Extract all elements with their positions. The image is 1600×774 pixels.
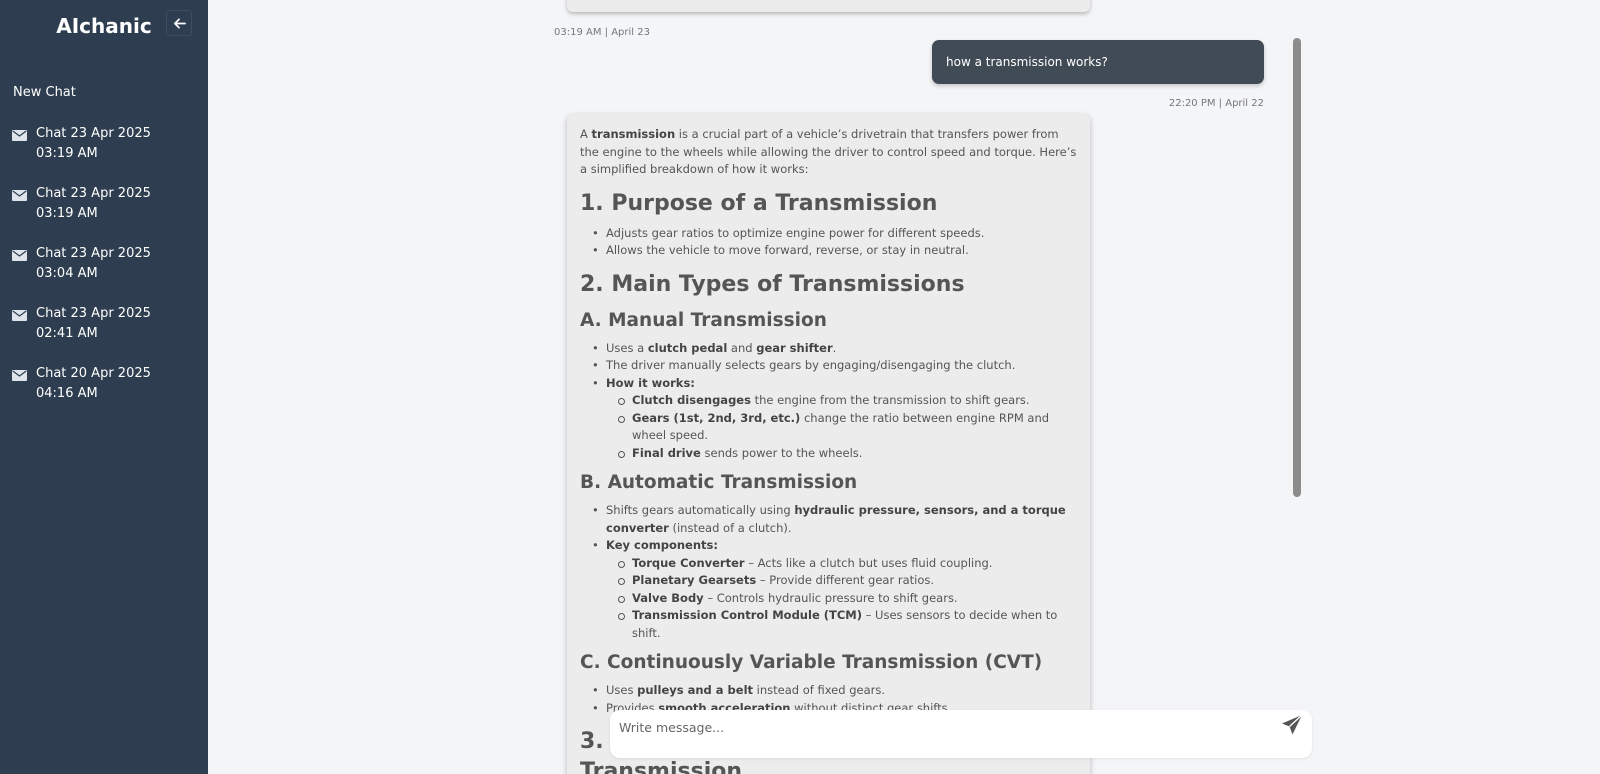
sidebar: AIchanic New Chat Chat 23 Apr 2025 03:19… [0,0,208,774]
text: Uses [606,683,638,697]
text: sends power to the wheels. [700,445,863,460]
chat-history-label: Chat 23 Apr 2025 02:41 AM [36,306,151,341]
bold-text: pulleys and a belt [637,683,754,697]
bold-text: Gears (1st, 2nd, 3rd, etc.) [632,410,801,425]
mail-icon [12,250,27,261]
sub-list-item: Transmission Control Module (TCM) – Uses… [618,607,1077,642]
message-input[interactable] [619,715,1239,739]
text: (instead of a clutch). [668,520,792,535]
message-timestamp: 22:20 PM | April 22 [1168,98,1264,109]
text: and [727,340,757,355]
list-item: How it works: Clutch disengages the engi… [592,375,1077,463]
user-message-bubble: how a transmission works? [932,40,1264,84]
bold-text: Key components: [606,538,718,552]
automatic-list: Shifts gears automatically using hydraul… [580,502,1077,642]
bold-text: transmission [591,127,676,141]
sub-list-item: Clutch disengages the engine from the tr… [618,392,1077,410]
text: – Acts like a clutch but uses fluid coup… [744,555,993,570]
text: Uses a [606,340,648,355]
assistant-message: A transmission is a crucial part of a ve… [567,114,1090,774]
purpose-list: Adjusts gear ratios to optimize engine p… [580,225,1077,260]
sub-list-item: Torque Converter – Acts like a clutch bu… [618,555,1077,573]
chat-history-label: Chat 20 Apr 2025 04:16 AM [36,366,151,401]
heading-cvt: C. Continuously Variable Transmission (C… [580,652,1043,673]
list-item: Shifts gears automatically using hydraul… [592,502,1077,537]
sub-list-item: Planetary Gearsets – Provide different g… [618,572,1077,590]
bold-text: Planetary Gearsets [632,573,757,587]
message-timestamp: 03:19 AM | April 23 [554,27,650,38]
chat-history-list: Chat 23 Apr 2025 03:19 AM Chat 23 Apr 20… [0,124,208,424]
mail-icon [12,370,27,381]
message-composer [610,710,1312,758]
new-chat-button[interactable]: New Chat [13,85,76,100]
bold-text: Valve Body [632,590,704,605]
text: . [832,340,837,355]
chat-history-item[interactable]: Chat 23 Apr 2025 03:19 AM [0,124,208,184]
sub-list: Torque Converter – Acts like a clutch bu… [606,555,1077,643]
chat-history-label: Chat 23 Apr 2025 03:19 AM [36,186,151,221]
list-item: The driver manually selects gears by eng… [592,357,1077,375]
heading-automatic: B. Automatic Transmission [580,472,858,493]
text: A [580,127,592,141]
send-icon [1282,714,1303,735]
bold-text: clutch pedal [647,340,728,355]
text: – Provide different gear ratios. [756,573,935,587]
sub-list-item: Gears (1st, 2nd, 3rd, etc.) change the r… [618,410,1077,445]
sub-list-item: Final drive sends power to the wheels. [618,445,1077,463]
bold-text: Clutch disengages [632,393,751,407]
list-item: Uses pulleys and a belt instead of fixed… [592,682,1077,700]
heading-purpose: 1. Purpose of a Transmission [580,190,938,216]
chat-history-item[interactable]: Chat 20 Apr 2025 04:16 AM [0,364,208,424]
heading-types: 2. Main Types of Transmissions [580,271,965,297]
bold-text: Transmission Control Module (TCM) [632,608,862,622]
sub-list: Clutch disengages the engine from the tr… [606,392,1077,462]
text: the engine from the transmission to shif… [750,393,1030,407]
list-item: Allows the vehicle to move forward, reve… [592,242,1077,260]
send-button[interactable] [1280,713,1306,739]
answer-intro: A transmission is a crucial part of a ve… [580,126,1077,179]
text: Transmission [580,759,743,774]
manual-list: Uses a clutch pedal and gear shifter. Th… [580,340,1077,463]
text: instead of fixed gears. [753,683,885,697]
bold-text: How it works: [606,375,695,390]
previous-message-card [567,0,1090,12]
mail-icon [12,130,27,141]
chat-history-label: Chat 23 Apr 2025 03:04 AM [36,246,151,281]
bold-text: gear shifter [756,340,833,355]
sub-list-item: Valve Body – Controls hydraulic pressure… [618,590,1077,608]
chat-history-item[interactable]: Chat 23 Apr 2025 03:04 AM [0,244,208,304]
bold-text: Final drive [632,445,701,460]
text: Shifts gears automatically using [606,503,795,517]
text: 3. [580,729,604,754]
list-item: Adjusts gear ratios to optimize engine p… [592,225,1077,243]
list-item: Uses a clutch pedal and gear shifter. [592,340,1077,358]
mail-icon [12,190,27,201]
chat-history-item[interactable]: Chat 23 Apr 2025 03:19 AM [0,184,208,244]
mail-icon [12,310,27,321]
text: – Controls hydraulic pressure to shift g… [703,590,958,605]
bold-text: Torque Converter [632,555,745,570]
chat-history-label: Chat 23 Apr 2025 03:19 AM [36,126,151,161]
chat-history-item[interactable]: Chat 23 Apr 2025 02:41 AM [0,304,208,364]
list-item: Key components: Torque Converter – Acts … [592,537,1077,643]
chat-scrollbar[interactable] [1293,38,1301,497]
arrow-left-icon [173,17,186,29]
heading-manual: A. Manual Transmission [580,309,827,331]
collapse-sidebar-button[interactable] [166,10,192,36]
